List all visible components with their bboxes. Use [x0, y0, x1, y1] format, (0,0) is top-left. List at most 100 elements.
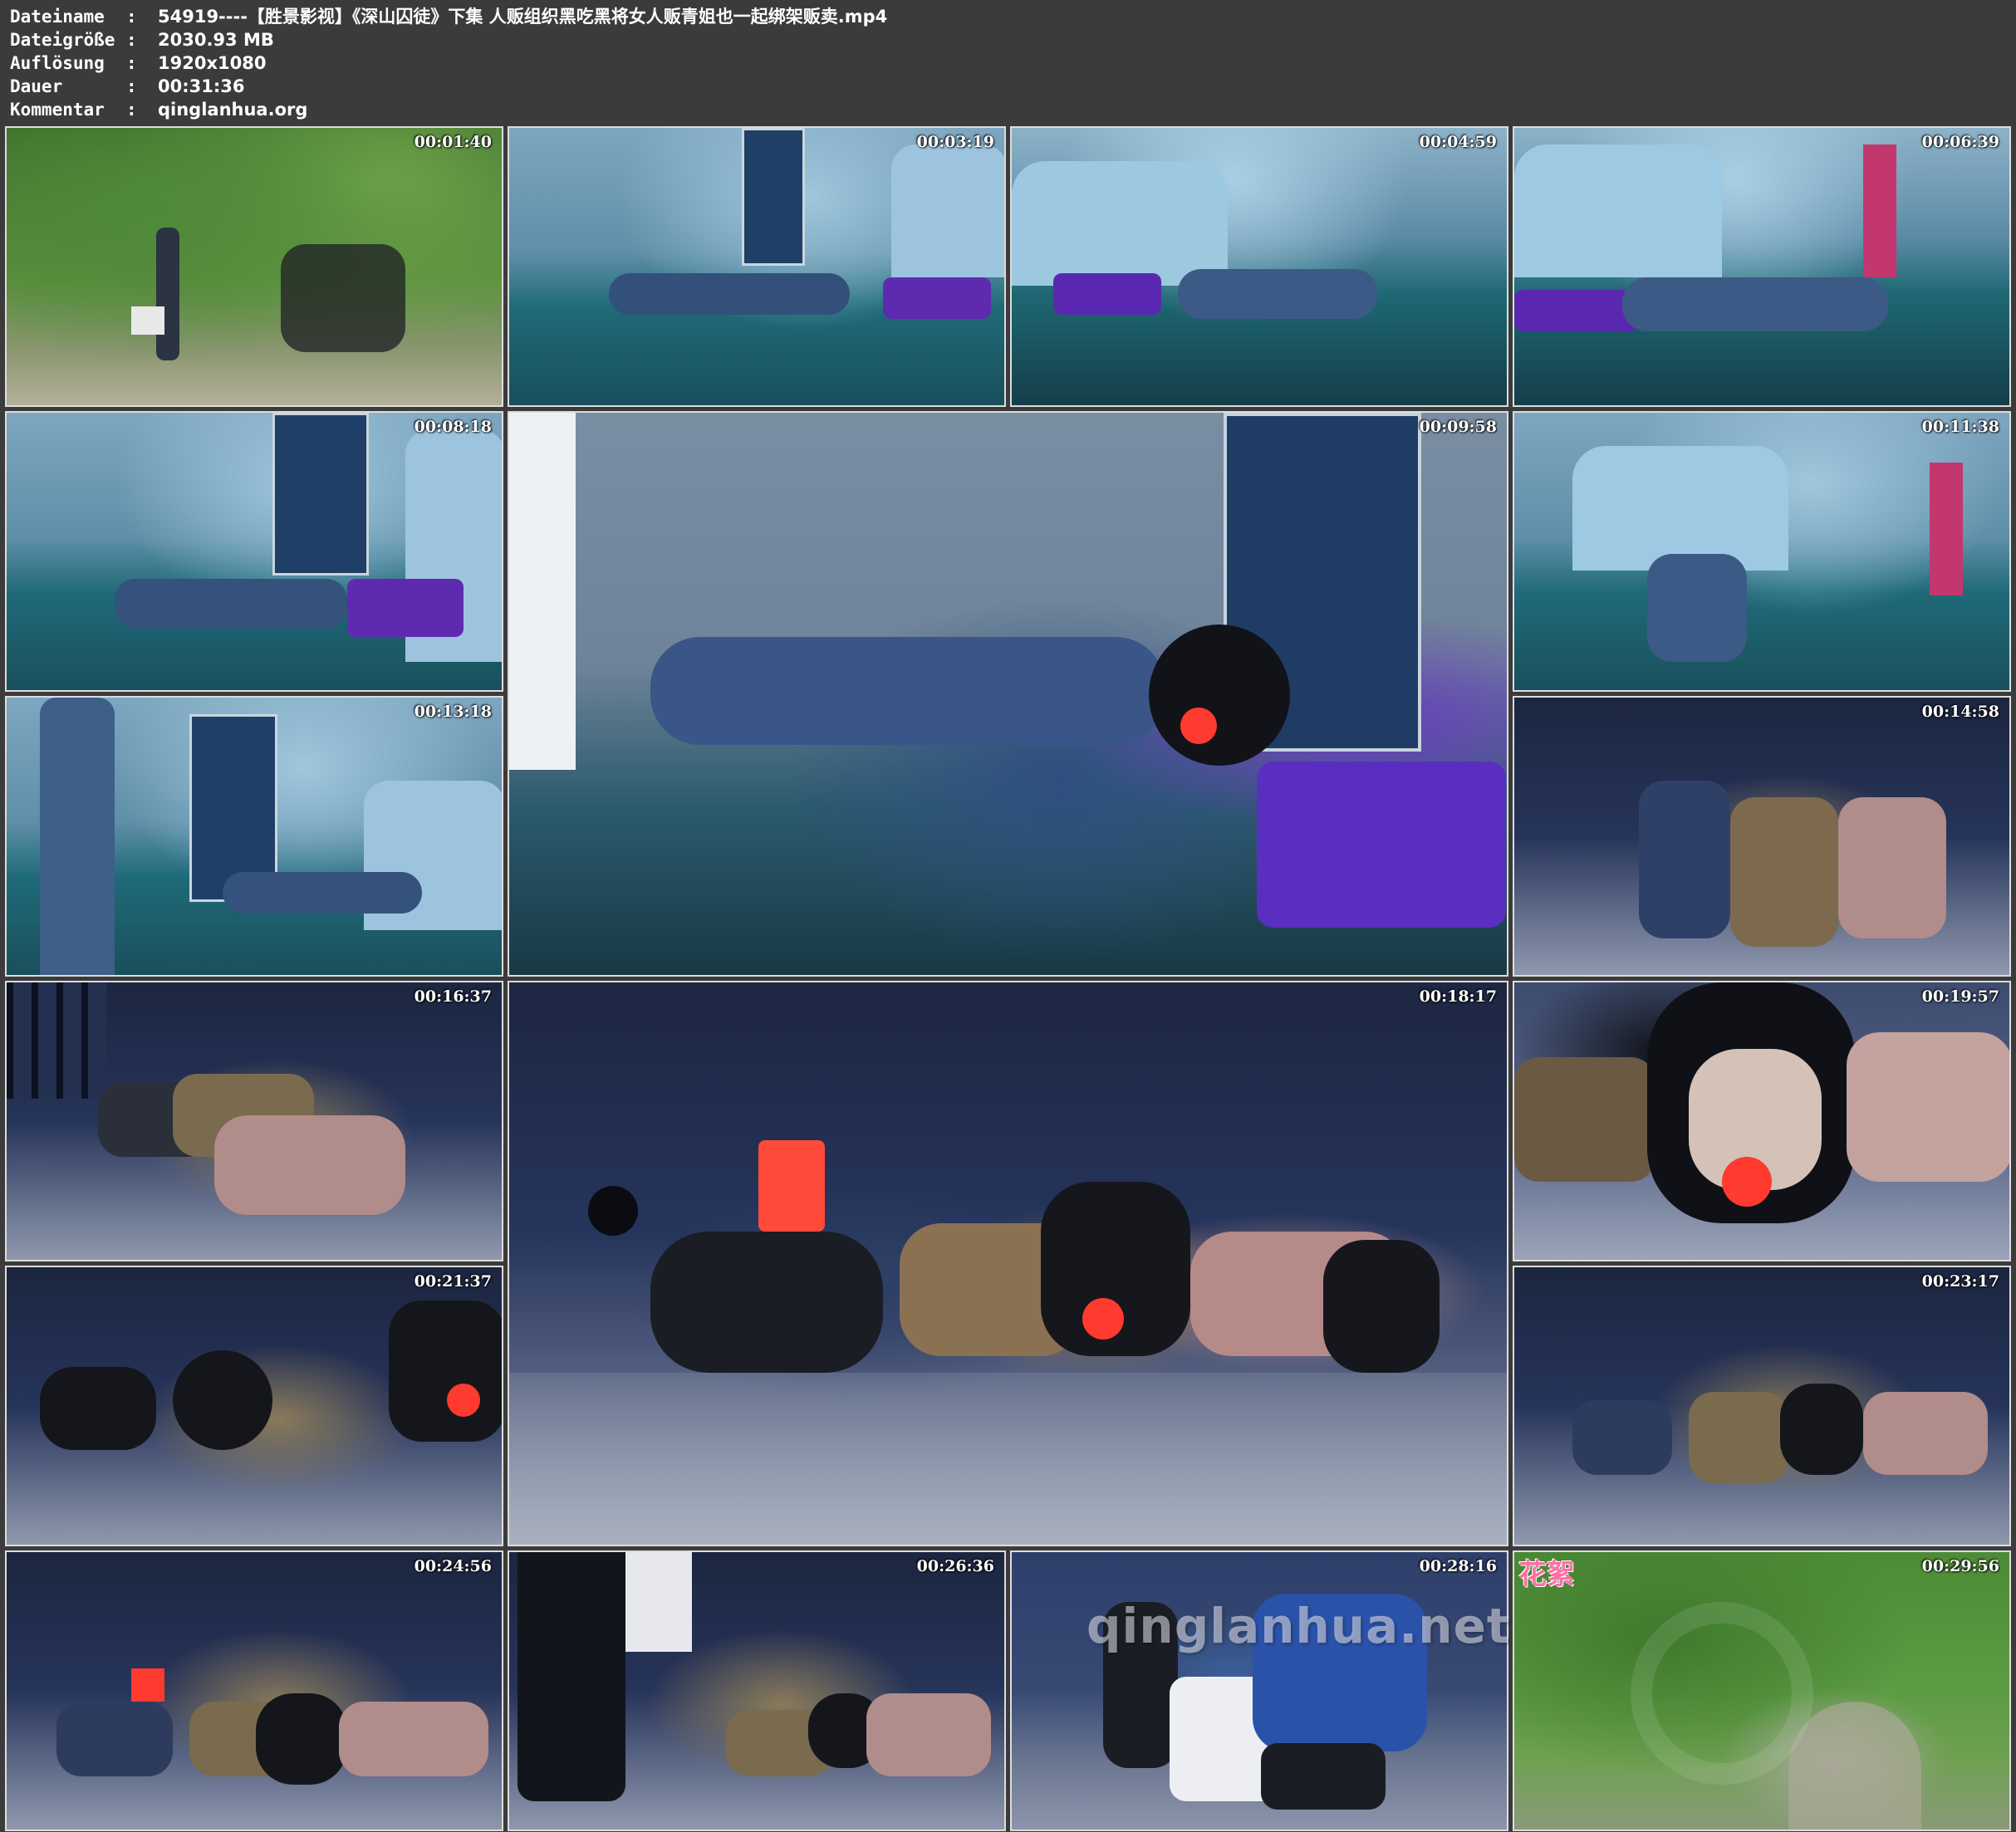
- mirror-shape: [1863, 145, 1896, 277]
- info-value: 2030.93 MB: [158, 30, 274, 50]
- head-shape: [40, 1367, 156, 1450]
- vent-shape: [588, 1186, 638, 1236]
- timestamp-label: 00:24:56: [414, 1557, 492, 1575]
- thumbnail-frame[interactable]: 00:16:37: [5, 981, 503, 1261]
- thumbnail-frame[interactable]: 00:26:36: [508, 1550, 1006, 1831]
- floor-shape: [509, 1373, 1507, 1545]
- shelf-shape: [509, 413, 576, 770]
- info-row-duration: Dauer : 00:31:36: [10, 75, 2004, 98]
- shoes-shape: [758, 1140, 825, 1232]
- thumbnail-frame[interactable]: 00:06:39: [1513, 126, 2011, 407]
- thumbnail-image: [7, 1552, 502, 1830]
- info-value: 54919----【胜景影视】《深山囚徒》下集 人贩组织黑吃黑将女人贩青姐也一起…: [158, 7, 888, 27]
- info-separator: :: [126, 53, 137, 73]
- timestamp-label: 00:21:37: [414, 1272, 492, 1291]
- info-value: qinglanhua.org: [158, 100, 308, 120]
- info-label: Auflösung: [10, 53, 105, 73]
- door-shape: [742, 128, 805, 266]
- mirror-shape: [1930, 463, 1963, 595]
- headboard-shape: [1514, 145, 1722, 277]
- ball-shape: [1180, 708, 1217, 744]
- timestamp-label: 00:11:38: [1921, 418, 1999, 436]
- thumbnail-frame[interactable]: 00:14:58: [1513, 696, 2011, 977]
- head-shape: [1149, 625, 1290, 766]
- thumbnail-frame[interactable]: 00:04:59: [1010, 126, 1508, 407]
- figure-shape: [650, 637, 1165, 745]
- thumbnail-frame[interactable]: 00:08:18: [5, 411, 503, 692]
- info-label: Dateigröße: [10, 30, 115, 50]
- thumbnail-frame[interactable]: 00:13:18: [5, 696, 503, 977]
- pillow-shape: [1514, 290, 1639, 331]
- figure-shape: [1730, 797, 1838, 947]
- thumbnail-frame[interactable]: 00:18:17: [508, 981, 1508, 1546]
- pillow-shape: [883, 277, 991, 319]
- person-silhouette: [40, 698, 115, 975]
- sack-shape: [625, 1552, 692, 1652]
- timestamp-label: 00:18:17: [1419, 987, 1497, 1006]
- thumbnail-frame[interactable]: 00:11:38: [1513, 411, 2011, 692]
- ball-shape: [1082, 1298, 1124, 1340]
- watermark-circle-shape: [1631, 1602, 1813, 1785]
- figure-shape: [56, 1702, 173, 1776]
- thumbnail-frame[interactable]: 00:09:58: [508, 411, 1508, 977]
- headboard-shape: [1572, 446, 1788, 571]
- timestamp-label: 00:08:18: [414, 418, 492, 436]
- figure-shape: [1622, 277, 1888, 331]
- timestamp-label: 00:28:16: [1419, 1557, 1497, 1575]
- thumbnail-frame[interactable]: 00:19:57: [1513, 981, 2011, 1261]
- timestamp-label: 00:14:58: [1921, 703, 1999, 721]
- file-info-header: Dateiname : 54919----【胜景影视】《深山囚徒》下集 人贩组织…: [10, 5, 2004, 121]
- info-separator: :: [126, 100, 137, 120]
- timestamp-label: 00:23:17: [1921, 1272, 1999, 1291]
- timestamp-label: 00:06:39: [1921, 133, 1999, 151]
- figure-shape: [866, 1693, 991, 1776]
- info-label: Kommentar: [10, 100, 105, 120]
- thumbnail-image: [7, 128, 502, 405]
- info-value: 00:31:36: [158, 76, 245, 96]
- info-separator: :: [126, 30, 137, 50]
- shoes-shape: [131, 1668, 164, 1702]
- thumbnail-frame[interactable]: 00:29:56: [1513, 1550, 2011, 1831]
- case-shape: [131, 306, 164, 335]
- thumbnail-frame[interactable]: 00:21:37: [5, 1266, 503, 1546]
- figure-shape: [1838, 797, 1946, 938]
- figure-shape: [1847, 1032, 2009, 1182]
- info-separator: :: [126, 76, 137, 96]
- figure-shape: [1647, 554, 1747, 662]
- door-shape: [272, 413, 369, 576]
- timestamp-label: 00:26:36: [916, 1557, 994, 1575]
- info-row-filename: Dateiname : 54919----【胜景影视】《深山囚徒》下集 人贩组织…: [10, 5, 2004, 28]
- headboard-shape: [891, 145, 1004, 277]
- timestamp-label: 00:04:59: [1419, 133, 1497, 151]
- figure-shape: [115, 579, 347, 629]
- head-shape: [1780, 1384, 1863, 1475]
- timestamp-label: 00:29:56: [1921, 1557, 1999, 1575]
- thumbnail-frame[interactable]: 00:03:19: [508, 126, 1006, 407]
- person-silhouette: [517, 1552, 625, 1801]
- figure-shape: [1863, 1392, 1988, 1475]
- extras-label: 花絮: [1518, 1558, 1575, 1591]
- thumbnail-frame[interactable]: 00:01:40: [5, 126, 503, 407]
- group-silhouette: [281, 244, 405, 352]
- thumbnail-frame[interactable]: 00:24:56: [5, 1550, 503, 1831]
- thumbnail-frame[interactable]: 00:23:17: [1513, 1266, 2011, 1546]
- info-row-resolution: Auflösung : 1920x1080: [10, 51, 2004, 75]
- figure-shape: [1639, 781, 1730, 938]
- figure-shape: [214, 1115, 405, 1215]
- figure-shape: [1178, 269, 1377, 319]
- thumbnail-frame[interactable]: 00:28:16: [1010, 1550, 1508, 1831]
- timestamp-label: 00:03:19: [916, 133, 994, 151]
- legs-shape: [1261, 1743, 1386, 1810]
- pillow-shape: [347, 579, 464, 637]
- head-shape: [256, 1693, 347, 1785]
- site-watermark: qinglanhua.net: [1086, 1598, 1511, 1654]
- pillow-shape: [1053, 273, 1161, 315]
- ball-shape: [1722, 1157, 1772, 1207]
- figure-shape: [1514, 1057, 1655, 1182]
- timestamp-label: 00:13:18: [414, 703, 492, 721]
- info-label: Dateiname: [10, 7, 105, 27]
- figure-shape: [609, 273, 850, 315]
- head-shape: [173, 1350, 272, 1450]
- head-shape: [1323, 1240, 1440, 1373]
- figure-shape: [339, 1702, 488, 1776]
